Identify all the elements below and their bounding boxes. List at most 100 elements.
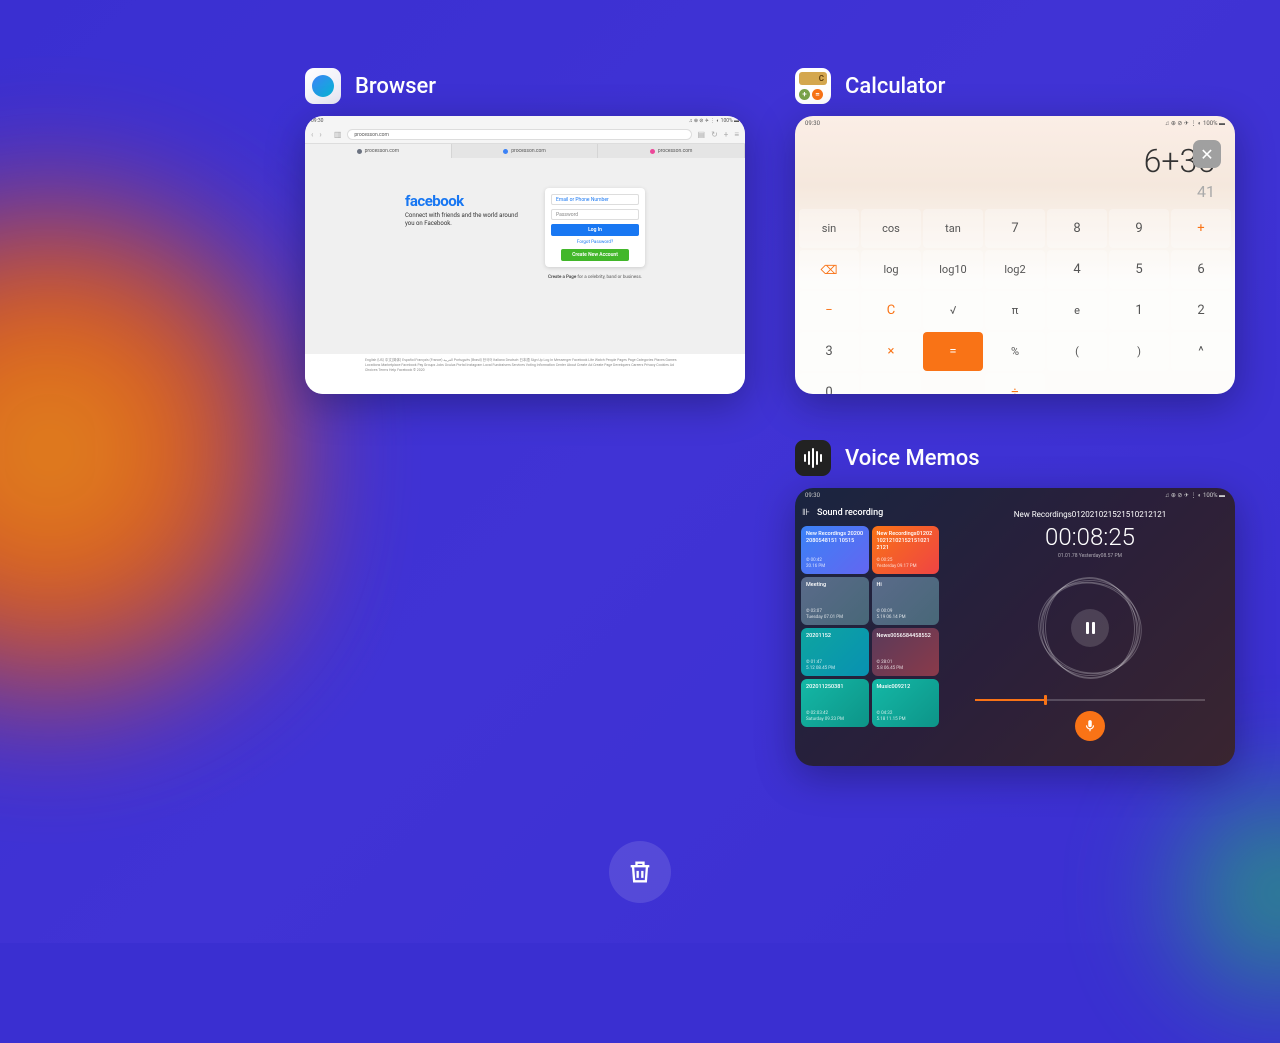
- clear-all-button[interactable]: [609, 841, 671, 903]
- key-log[interactable]: log: [861, 250, 921, 289]
- key-sqrt[interactable]: √: [923, 291, 983, 330]
- password-field[interactable]: Password: [551, 209, 639, 220]
- current-title: New Recordings012021021521510212121: [1014, 510, 1166, 519]
- key-pi[interactable]: π: [985, 291, 1045, 330]
- app-title: Voice Memos: [845, 446, 980, 471]
- create-account-button[interactable]: Create New Account: [561, 249, 629, 261]
- key-caret[interactable]: ^: [1171, 332, 1231, 371]
- key-e[interactable]: e: [1047, 291, 1107, 330]
- key-6[interactable]: 6: [1171, 250, 1231, 289]
- calculator-display: 6+35 41: [795, 130, 1235, 209]
- sidebar-icon[interactable]: ▥: [334, 130, 342, 139]
- current-time: 00:08:25: [1045, 523, 1135, 551]
- calculator-app-icon: C +=: [795, 68, 831, 104]
- key-delete[interactable]: ⌫: [799, 250, 859, 289]
- key-divide[interactable]: ÷: [985, 373, 1045, 394]
- status-right: ♫ ⊕ ⊘ ✈ ⋮ ◐ 100% ▬: [689, 118, 739, 124]
- app-header: Browser: [305, 68, 745, 104]
- key-sin[interactable]: sin: [799, 209, 859, 248]
- key-equals[interactable]: =: [923, 332, 983, 371]
- status-bar: 09:30 ♫ ⊕ ⊘ ✈ ⋮ ◐ 100% ▬: [795, 488, 1235, 502]
- app-title: Calculator: [845, 74, 945, 99]
- key-8[interactable]: 8: [1047, 209, 1107, 248]
- key-log2[interactable]: log2: [985, 250, 1045, 289]
- new-tab-icon[interactable]: +: [724, 130, 729, 139]
- status-right: ♫ ⊕ ⊘ ✈ ⋮ ◐ 100% ▬: [1165, 120, 1225, 127]
- voicememos-preview[interactable]: 09:30 ♫ ⊕ ⊘ ✈ ⋮ ◐ 100% ▬ ⊪ Sound recordi…: [795, 488, 1235, 766]
- page-footer: English (US) 中文(简体) Español Français (Fr…: [305, 354, 745, 394]
- email-field[interactable]: Email or Phone Number: [551, 194, 639, 205]
- key-lparen[interactable]: (: [1047, 332, 1107, 371]
- recording-card[interactable]: Hi© 00:095.19 06.14 PM: [872, 577, 940, 625]
- key-clear[interactable]: C: [861, 291, 921, 330]
- result: 41: [815, 182, 1215, 201]
- create-page-text: Create a Page for a celebrity, band or b…: [545, 275, 645, 280]
- key-tan[interactable]: tan: [923, 209, 983, 248]
- page-content: facebook Connect with friends and the wo…: [305, 158, 745, 348]
- browser-tab[interactable]: processon.com: [598, 144, 745, 158]
- reader-icon[interactable]: ▤: [698, 130, 706, 139]
- facebook-logo: facebook: [405, 192, 525, 210]
- login-card: Email or Phone Number Password Log In Fo…: [545, 188, 645, 267]
- key-3[interactable]: 3: [799, 332, 859, 371]
- key-multiply[interactable]: ×: [861, 332, 921, 371]
- expression: 6+35: [815, 142, 1215, 180]
- key-minus[interactable]: −: [799, 291, 859, 330]
- recording-card[interactable]: Music009212© 04:325.18 11.15 PM: [872, 679, 940, 727]
- close-button[interactable]: ✕: [1193, 140, 1221, 168]
- status-right: ♫ ⊕ ⊘ ✈ ⋮ ◐ 100% ▬: [1165, 492, 1225, 499]
- status-time: 09:30: [805, 492, 820, 499]
- browser-toolbar: ‹ › ▥ processon.com ▤ ↻ + ≡: [305, 126, 745, 144]
- recording-card[interactable]: News0056584458552© 28:015.8 06.45 PM: [872, 628, 940, 676]
- forward-icon[interactable]: ›: [319, 130, 321, 139]
- app-tile-browser[interactable]: Browser 09:30 ♫ ⊕ ⊘ ✈ ⋮ ◐ 100% ▬ ‹ › ▥ p…: [305, 68, 745, 394]
- key-0[interactable]: 0: [799, 373, 859, 394]
- app-title: Browser: [355, 74, 436, 99]
- record-button[interactable]: [1075, 711, 1105, 741]
- status-bar: 09:30 ♫ ⊕ ⊘ ✈ ⋮ ◐ 100% ▬: [305, 116, 745, 126]
- back-icon[interactable]: ‹: [311, 130, 313, 139]
- status-time: 09:30: [805, 120, 820, 127]
- trash-icon: [626, 858, 654, 886]
- app-header: C += Calculator: [795, 68, 1235, 104]
- section-header: ⊪ Sound recording: [801, 508, 939, 518]
- pause-button[interactable]: [1071, 609, 1109, 647]
- menu-icon[interactable]: ≡: [734, 130, 739, 139]
- facebook-tagline: Connect with friends and the world aroun…: [405, 212, 525, 228]
- key-7[interactable]: 7: [985, 209, 1045, 248]
- key-dot[interactable]: .: [861, 373, 921, 394]
- key-2[interactable]: 2: [1171, 291, 1231, 330]
- waveform-icon: ⊪: [801, 508, 811, 518]
- recording-card[interactable]: New Recordings01202 10212102152151021 21…: [872, 526, 940, 574]
- recording-card[interactable]: Meeting© 03:07Tuesday 07.01 PM: [801, 577, 869, 625]
- key-9[interactable]: 9: [1109, 209, 1169, 248]
- key-percent[interactable]: %: [985, 332, 1045, 371]
- reload-icon[interactable]: ↻: [711, 130, 718, 139]
- seek-slider[interactable]: [975, 699, 1205, 701]
- key-cos[interactable]: cos: [861, 209, 921, 248]
- url-bar[interactable]: processon.com: [347, 129, 691, 140]
- login-button[interactable]: Log In: [551, 224, 639, 236]
- status-time: 09:30: [311, 118, 323, 124]
- browser-preview[interactable]: 09:30 ♫ ⊕ ⊘ ✈ ⋮ ◐ 100% ▬ ‹ › ▥ processon…: [305, 116, 745, 394]
- key-rparen[interactable]: ): [1109, 332, 1169, 371]
- recording-card[interactable]: New Recordings 202002080548151 10515© 00…: [801, 526, 869, 574]
- keypad: sin cos tan 7 8 9 + ⌫ log log10 log2 4 5…: [795, 209, 1235, 394]
- app-header: Voice Memos: [795, 440, 1235, 476]
- forgot-password-link[interactable]: Forgot Password?: [551, 240, 639, 245]
- app-tile-calculator[interactable]: C += Calculator 09:30 ♫ ⊕ ⊘ ✈ ⋮ ◐ 100% ▬…: [795, 68, 1235, 394]
- key-plus[interactable]: +: [1171, 209, 1231, 248]
- key-log10[interactable]: log10: [923, 250, 983, 289]
- key-1[interactable]: 1: [1109, 291, 1169, 330]
- calculator-preview[interactable]: 09:30 ♫ ⊕ ⊘ ✈ ⋮ ◐ 100% ▬ ✕ 6+35 41 sin c…: [795, 116, 1235, 394]
- key-5[interactable]: 5: [1109, 250, 1169, 289]
- current-subtitle: 01.01.78 Yesterday08.57 PM: [1058, 553, 1122, 559]
- browser-tab[interactable]: processon.com: [452, 144, 599, 158]
- browser-app-icon: [305, 68, 341, 104]
- status-bar: 09:30 ♫ ⊕ ⊘ ✈ ⋮ ◐ 100% ▬: [795, 116, 1235, 130]
- app-tile-voicememos[interactable]: Voice Memos 09:30 ♫ ⊕ ⊘ ✈ ⋮ ◐ 100% ▬ ⊪ S…: [795, 440, 1235, 766]
- browser-tab[interactable]: processon.com: [305, 144, 452, 158]
- key-4[interactable]: 4: [1047, 250, 1107, 289]
- recording-card[interactable]: 202011250381© 02:03:42Saturday 09.23 PM: [801, 679, 869, 727]
- recording-card[interactable]: 20201152© 01:475.12 08.45 PM: [801, 628, 869, 676]
